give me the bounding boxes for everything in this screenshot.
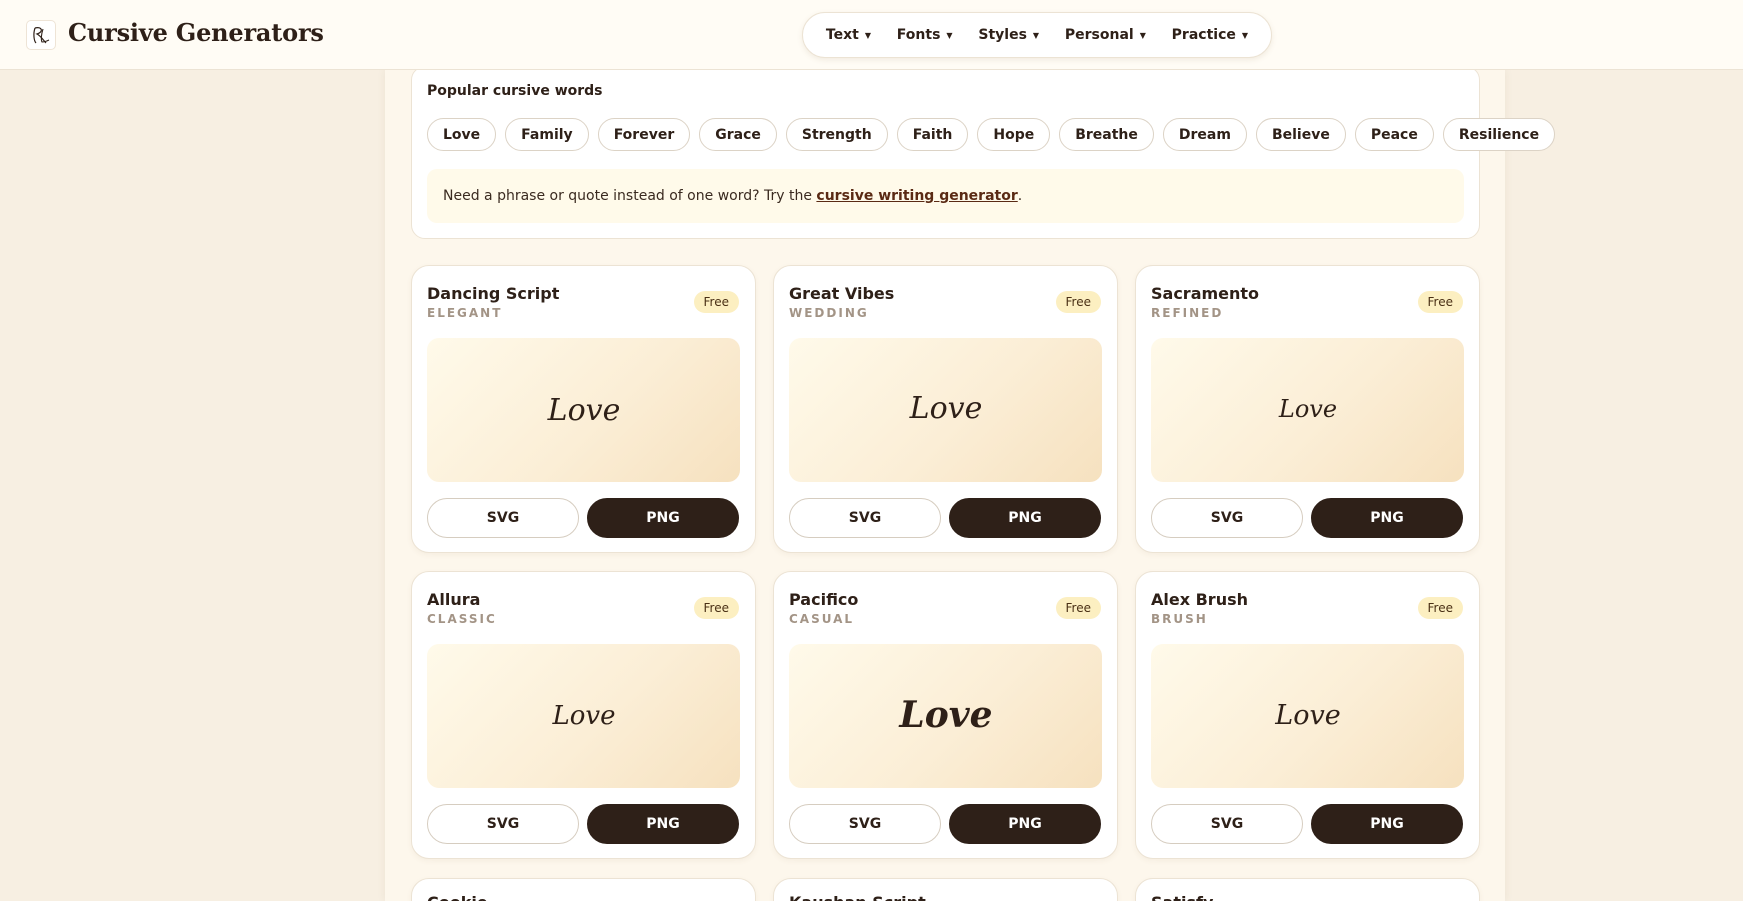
svg-text:Love: Love: [1277, 395, 1336, 423]
font-name: Dancing Script: [427, 284, 560, 303]
font-preview: Love: [789, 644, 1102, 788]
font-name: Satisfy: [1151, 893, 1213, 901]
word-chip[interactable]: Faith: [896, 118, 969, 151]
phrase-tip: Need a phrase or quote instead of one wo…: [427, 169, 1464, 223]
caret-down-icon: ▼: [1032, 30, 1040, 40]
free-badge: Free: [1417, 291, 1463, 313]
font-card-allura: Allura CLASSIC Free Love SVG PNG: [411, 571, 756, 859]
preview-text: Love: [1277, 395, 1336, 423]
cursive-writing-generator-link[interactable]: cursive writing generator: [816, 188, 1017, 204]
font-category: ELEGANT: [427, 306, 503, 320]
word-chip[interactable]: Hope: [977, 118, 1051, 151]
word-chip[interactable]: Forever: [597, 118, 691, 151]
caret-down-icon: ▼: [946, 30, 953, 40]
nav-item-personal[interactable]: Personal ▼: [1065, 27, 1146, 43]
download-svg-button[interactable]: SVG: [427, 498, 579, 538]
word-chips: Love Family Forever Grace Strength Faith…: [427, 118, 1556, 151]
nav-item-label: Text: [825, 27, 859, 43]
font-category: REFINED: [1151, 306, 1224, 320]
main-nav: Text ▼ Fonts ▼ Styles ▼ Personal ▼ Pract…: [802, 12, 1272, 58]
font-category: CLASSIC: [427, 612, 497, 626]
font-card-sacramento: Sacramento REFINED Free Love SVG PNG: [1135, 265, 1480, 553]
download-png-button[interactable]: PNG: [587, 804, 739, 844]
svg-text:Love: Love: [1274, 700, 1340, 731]
popular-words-panel: Popular cursive words Love Family Foreve…: [411, 66, 1556, 239]
download-svg-button[interactable]: SVG: [1151, 804, 1303, 844]
free-badge: Free: [1055, 291, 1101, 313]
site-header: Cursive Generators Text ▼ Fonts ▼ Styles…: [0, 0, 1743, 70]
download-png-button[interactable]: PNG: [949, 804, 1101, 844]
nav-item-label: Personal: [1064, 27, 1134, 43]
download-png-button[interactable]: PNG: [1311, 804, 1463, 844]
font-name: Great Vibes: [789, 284, 895, 303]
font-category: WEDDING: [789, 306, 869, 320]
font-name: Cookie: [427, 893, 488, 901]
nav-item-label: Fonts: [896, 27, 941, 43]
tip-suffix: .: [1017, 188, 1023, 204]
word-chip[interactable]: Peace: [1354, 118, 1434, 151]
nav-item-practice[interactable]: Practice ▼: [1172, 27, 1248, 43]
download-svg-button[interactable]: SVG: [789, 498, 941, 538]
word-chip[interactable]: Believe: [1255, 118, 1346, 151]
preview-text: Love: [551, 701, 615, 731]
font-name: Allura: [427, 590, 481, 609]
font-preview: Love: [427, 644, 740, 788]
word-chip[interactable]: Grace: [699, 118, 777, 151]
preview-text: Love: [546, 393, 620, 428]
word-chip[interactable]: Resilience: [1442, 118, 1556, 151]
svg-text:Love: Love: [908, 391, 982, 426]
font-preview: Love: [789, 338, 1102, 482]
font-preview: Love: [1151, 338, 1464, 482]
word-chip[interactable]: Family: [505, 118, 589, 151]
nav-item-styles[interactable]: Styles ▼: [978, 27, 1039, 43]
font-preview: Love: [1151, 644, 1464, 788]
tip-text: Need a phrase or quote instead of one wo…: [443, 188, 817, 204]
nav-item-fonts[interactable]: Fonts ▼: [897, 27, 953, 43]
font-name: Kaushan Script: [789, 893, 926, 901]
font-card-dancing-script: Dancing Script ELEGANT Free Love SVG PNG: [411, 265, 756, 553]
word-chip[interactable]: Dream: [1162, 118, 1247, 151]
caret-down-icon: ▼: [1241, 30, 1249, 40]
svg-text:Love: Love: [551, 701, 615, 731]
nav-item-label: Practice: [1171, 27, 1236, 43]
site-title[interactable]: Cursive Generators: [68, 18, 324, 47]
free-badge: Free: [1417, 597, 1463, 619]
download-svg-button[interactable]: SVG: [1151, 498, 1303, 538]
font-preview: Love: [427, 338, 740, 482]
download-svg-button[interactable]: SVG: [789, 804, 941, 844]
word-chip[interactable]: Breathe: [1059, 118, 1154, 151]
caret-down-icon: ▼: [864, 30, 871, 40]
font-card-cookie: Cookie: [411, 878, 756, 901]
font-card-kaushan-script: Kaushan Script: [773, 878, 1118, 901]
nav-item-label: Styles: [978, 27, 1027, 43]
font-card-pacifico: Pacifico CASUAL Free Love SVG PNG: [773, 571, 1118, 859]
font-card-alex-brush: Alex Brush BRUSH Free Love SVG PNG: [1135, 571, 1480, 859]
svg-text:Love: Love: [898, 694, 992, 736]
word-chip[interactable]: Strength: [785, 118, 888, 151]
free-badge: Free: [1055, 597, 1101, 619]
download-svg-button[interactable]: SVG: [427, 804, 579, 844]
nav-item-text[interactable]: Text ▼: [826, 27, 871, 43]
logo-monogram-icon: [33, 27, 50, 44]
svg-text:Love: Love: [546, 393, 620, 428]
font-category: CASUAL: [789, 612, 855, 626]
preview-text: Love: [908, 391, 982, 426]
preview-text: Love: [898, 694, 992, 736]
caret-down-icon: ▼: [1139, 30, 1146, 40]
popular-words-title: Popular cursive words: [427, 83, 603, 99]
download-png-button[interactable]: PNG: [949, 498, 1101, 538]
free-badge: Free: [693, 291, 739, 313]
font-name: Pacifico: [789, 590, 859, 609]
free-badge: Free: [693, 597, 739, 619]
download-png-button[interactable]: PNG: [587, 498, 739, 538]
font-category: BRUSH: [1151, 612, 1208, 626]
font-name: Sacramento: [1151, 284, 1260, 303]
font-name: Alex Brush: [1151, 590, 1248, 609]
font-card-satisfy: Satisfy: [1135, 878, 1480, 901]
download-png-button[interactable]: PNG: [1311, 498, 1463, 538]
logo-icon[interactable]: [26, 20, 56, 50]
preview-text: Love: [1274, 700, 1340, 731]
word-chip[interactable]: Love: [427, 118, 497, 151]
font-card-great-vibes: Great Vibes WEDDING Free Love SVG PNG: [773, 265, 1118, 553]
